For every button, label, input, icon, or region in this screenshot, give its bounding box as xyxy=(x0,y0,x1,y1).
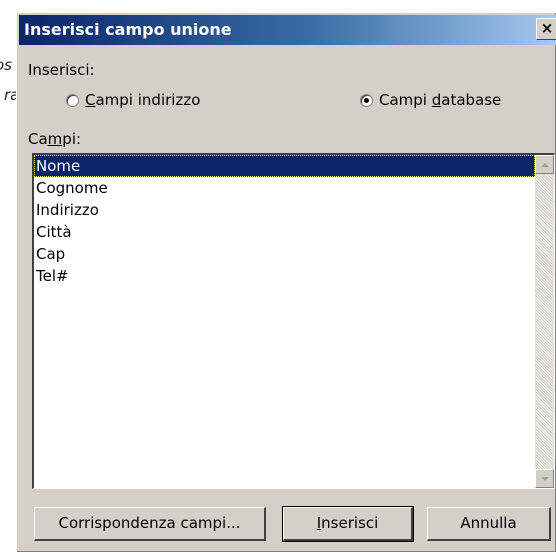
database-fields-radio[interactable]: Campi database xyxy=(360,91,501,109)
merge-field-dialog: Inserisci campo unione × Inserisci: Camp… xyxy=(16,12,556,552)
list-item[interactable]: Indirizzo xyxy=(34,199,535,221)
radio-checked-icon[interactable] xyxy=(360,93,373,107)
radio-label-database: Campi database xyxy=(379,91,502,109)
background-text-line: os xyxy=(0,56,12,74)
match-fields-button[interactable]: Corrispondenza campi... xyxy=(34,507,266,541)
list-item[interactable]: Cap xyxy=(34,243,535,265)
fields-label: Campi: xyxy=(28,130,82,148)
fields-list: Nome Cognome Indirizzo Città Cap Tel# xyxy=(34,155,535,287)
list-item[interactable]: Cognome xyxy=(34,177,535,199)
list-item[interactable]: Città xyxy=(34,221,535,243)
list-item[interactable]: Nome xyxy=(34,155,535,177)
close-icon: × xyxy=(540,19,554,37)
cancel-button[interactable]: Annulla xyxy=(427,507,551,541)
scroll-up-button[interactable] xyxy=(535,155,554,174)
chevron-down-icon xyxy=(540,476,549,481)
insert-section-label: Inserisci: xyxy=(28,61,95,79)
close-button[interactable]: × xyxy=(536,18,556,40)
scroll-down-button[interactable] xyxy=(535,469,554,488)
fields-listbox[interactable]: Nome Cognome Indirizzo Città Cap Tel# xyxy=(32,153,555,489)
title-bar[interactable]: Inserisci campo unione × xyxy=(19,15,556,45)
radio-label-address: Campi indirizzo xyxy=(85,91,201,109)
list-item[interactable]: Tel# xyxy=(34,265,535,287)
radio-unchecked-icon[interactable] xyxy=(66,93,79,107)
dialog-title: Inserisci campo unione xyxy=(24,20,232,39)
vertical-scrollbar[interactable] xyxy=(535,155,554,488)
address-fields-radio[interactable]: Campi indirizzo xyxy=(66,91,200,109)
chevron-up-icon xyxy=(540,162,549,167)
insert-button[interactable]: Inserisci xyxy=(282,506,414,542)
